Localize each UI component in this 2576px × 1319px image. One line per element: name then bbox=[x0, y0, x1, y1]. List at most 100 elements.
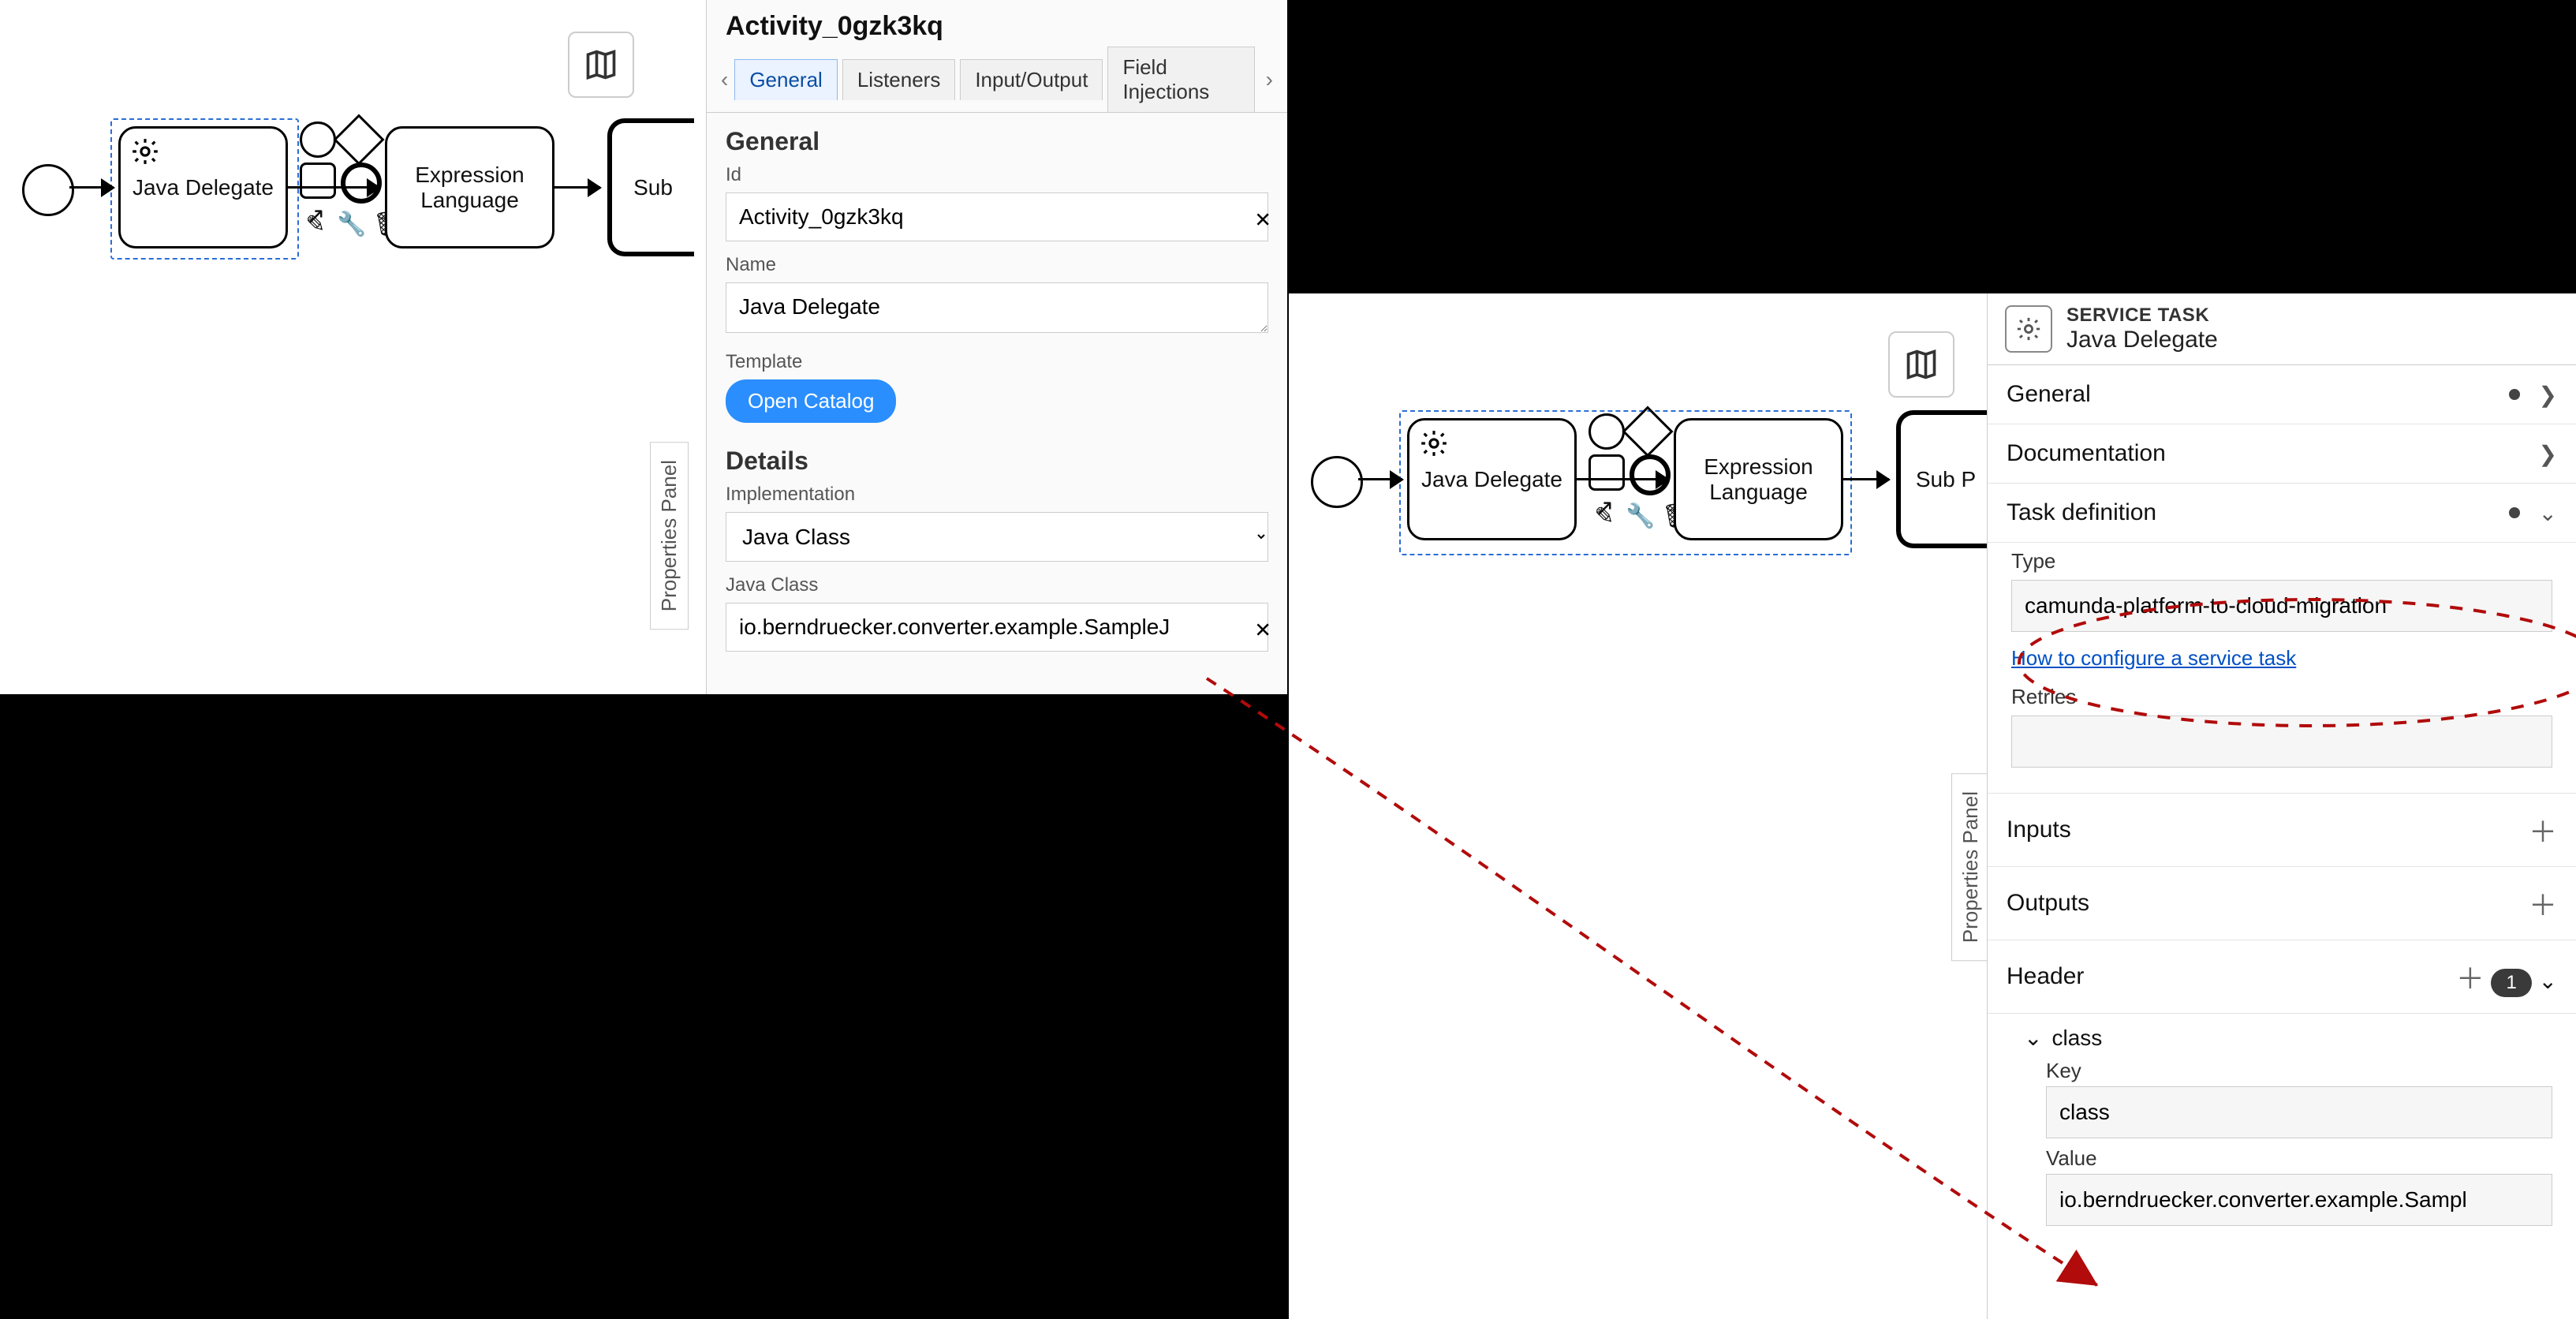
section-header[interactable]: Header ＋ 1 ⌄ bbox=[1988, 940, 2576, 1014]
sequence-flow[interactable] bbox=[554, 186, 600, 189]
mask-block bbox=[1289, 0, 2576, 293]
java-class-input[interactable] bbox=[726, 603, 1268, 652]
type-input[interactable] bbox=[2011, 580, 2552, 632]
dirty-dot-icon bbox=[2509, 507, 2520, 518]
right-editor: Java Delegate ✎ 🔧 🗑 ↗ Expression Languag… bbox=[1287, 0, 2576, 1319]
chevron-down-icon: ⌄ bbox=[2539, 969, 2557, 993]
properties-panel-toggle[interactable]: Properties Panel bbox=[1951, 773, 1990, 961]
java-class-label: Java Class bbox=[707, 571, 1287, 600]
append-gateway-icon[interactable] bbox=[333, 114, 384, 165]
subprocess[interactable]: Sub bbox=[607, 118, 694, 256]
element-type-label: SERVICE TASK bbox=[2066, 305, 2218, 327]
subprocess-label: Sub P bbox=[1916, 467, 1976, 492]
gear-icon bbox=[1419, 428, 1449, 464]
task-label: Expression Language bbox=[395, 163, 544, 213]
service-task-java-delegate[interactable]: Java Delegate bbox=[118, 126, 288, 248]
task-label: Java Delegate bbox=[1421, 467, 1562, 492]
connect-icon[interactable]: ↗ bbox=[1589, 492, 1620, 524]
name-label: Name bbox=[707, 251, 1287, 279]
section-details-heading: Details bbox=[707, 432, 1287, 480]
append-end-event-icon[interactable] bbox=[1589, 413, 1625, 450]
section-task-definition-label: Task definition bbox=[2007, 499, 2156, 526]
tab-general[interactable]: General bbox=[734, 59, 838, 100]
add-icon[interactable]: ＋ bbox=[2529, 809, 2557, 850]
start-event[interactable] bbox=[1311, 456, 1363, 508]
header-item-toggle[interactable]: ⌄ class bbox=[2024, 1025, 2552, 1051]
properties-panel-toggle[interactable]: Properties Panel bbox=[650, 442, 689, 630]
tab-input-output[interactable]: Input/Output bbox=[960, 59, 1103, 100]
template-label: Template bbox=[707, 348, 1287, 376]
value-label: Value bbox=[2046, 1146, 2552, 1171]
subprocess-label: Sub bbox=[633, 175, 673, 200]
name-input[interactable]: Java Delegate bbox=[726, 282, 1268, 333]
section-inputs[interactable]: Inputs ＋ bbox=[1988, 794, 2576, 867]
element-name: Java Delegate bbox=[2066, 327, 2218, 353]
retries-input[interactable] bbox=[2011, 716, 2552, 768]
minimap-toggle[interactable] bbox=[568, 32, 634, 98]
change-type-icon[interactable]: 🔧 bbox=[336, 208, 368, 240]
retries-label: Retries bbox=[1988, 678, 2576, 712]
service-task-expression-language[interactable]: Expression Language bbox=[1674, 418, 1843, 540]
gear-icon bbox=[130, 136, 160, 172]
properties-panel-toggle-label: Properties Panel bbox=[657, 460, 681, 611]
sequence-flow[interactable] bbox=[69, 186, 114, 189]
implementation-select[interactable]: Java Class bbox=[726, 512, 1268, 562]
change-type-icon[interactable]: 🔧 bbox=[1625, 500, 1656, 532]
chevron-down-icon: ⌄ bbox=[2024, 1025, 2042, 1051]
chevron-right-icon: ❯ bbox=[2539, 382, 2557, 408]
properties-tabs: ‹ General Listeners Input/Output Field I… bbox=[707, 47, 1287, 113]
clear-icon[interactable]: ✕ bbox=[1254, 618, 1271, 643]
tab-field-injections[interactable]: Field Injections bbox=[1107, 47, 1254, 112]
append-end-event-icon[interactable] bbox=[300, 121, 336, 158]
left-editor: Java Delegate ✎ 🔧 🗑 ↗ Expression Languag… bbox=[0, 0, 1287, 1319]
section-general-heading: General bbox=[707, 113, 1287, 161]
tabs-scroll-left-icon[interactable]: ‹ bbox=[715, 67, 734, 92]
section-task-definition[interactable]: Task definition ⌄ bbox=[1988, 484, 2576, 543]
id-input[interactable] bbox=[726, 192, 1268, 241]
sequence-flow[interactable] bbox=[288, 186, 379, 189]
start-event[interactable] bbox=[22, 164, 74, 216]
sequence-flow[interactable] bbox=[1358, 478, 1402, 480]
service-task-java-delegate[interactable]: Java Delegate bbox=[1407, 418, 1577, 540]
element-header: SERVICE TASK Java Delegate bbox=[1988, 293, 2576, 365]
connect-icon[interactable]: ↗ bbox=[300, 200, 331, 232]
header-item-name: class bbox=[2051, 1026, 2102, 1051]
sequence-flow[interactable] bbox=[1843, 478, 1889, 480]
section-outputs[interactable]: Outputs ＋ bbox=[1988, 867, 2576, 940]
key-label: Key bbox=[2046, 1059, 2552, 1083]
section-general-label: General bbox=[2007, 381, 2091, 408]
append-gateway-icon[interactable] bbox=[1622, 405, 1673, 457]
task-label: Java Delegate bbox=[133, 175, 274, 200]
append-task-icon[interactable] bbox=[1589, 454, 1625, 491]
service-task-expression-language[interactable]: Expression Language bbox=[385, 126, 554, 248]
properties-panel-toggle-label: Properties Panel bbox=[1958, 791, 1982, 943]
key-input[interactable] bbox=[2046, 1086, 2552, 1138]
chevron-down-icon: ⌄ bbox=[2539, 500, 2557, 526]
section-outputs-label: Outputs bbox=[2007, 890, 2089, 917]
section-documentation[interactable]: Documentation ❯ bbox=[1988, 424, 2576, 484]
tabs-scroll-right-icon[interactable]: › bbox=[1260, 67, 1279, 92]
header-item: ⌄ class Key Value bbox=[1988, 1014, 2576, 1231]
section-general[interactable]: General ❯ bbox=[1988, 365, 2576, 424]
element-title: Activity_0gzk3kq bbox=[707, 0, 1287, 47]
properties-panel: SERVICE TASK Java Delegate General ❯ Doc… bbox=[1987, 293, 2576, 1319]
type-label: Type bbox=[1988, 543, 2576, 577]
properties-panel: Activity_0gzk3kq ‹ General Listeners Inp… bbox=[706, 0, 1287, 694]
service-task-icon bbox=[2005, 305, 2052, 353]
add-icon[interactable]: ＋ bbox=[2456, 962, 2485, 995]
value-input[interactable] bbox=[2046, 1174, 2552, 1226]
task-label: Expression Language bbox=[1684, 454, 1833, 505]
minimap-toggle[interactable] bbox=[1888, 331, 1954, 398]
sequence-flow[interactable] bbox=[1577, 478, 1668, 480]
clear-icon[interactable]: ✕ bbox=[1254, 208, 1271, 233]
help-link[interactable]: How to configure a service task bbox=[1988, 643, 2576, 678]
add-icon[interactable]: ＋ bbox=[2529, 883, 2557, 924]
open-catalog-button[interactable]: Open Catalog bbox=[726, 379, 896, 423]
implementation-label: Implementation bbox=[707, 480, 1287, 509]
subprocess[interactable]: Sub P bbox=[1896, 410, 1991, 548]
append-task-icon[interactable] bbox=[300, 163, 336, 199]
tab-listeners[interactable]: Listeners bbox=[842, 59, 956, 100]
chevron-right-icon: ❯ bbox=[2539, 441, 2557, 467]
section-inputs-label: Inputs bbox=[2007, 816, 2071, 843]
header-count-badge: 1 bbox=[2491, 969, 2532, 997]
